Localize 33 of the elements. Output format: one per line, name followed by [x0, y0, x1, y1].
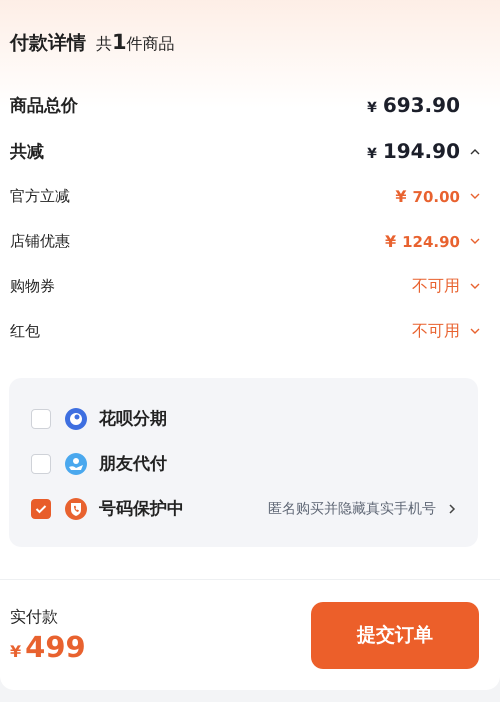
swirl-icon	[65, 408, 87, 430]
row-label: 官方立减	[10, 187, 70, 206]
chevron-down-icon[interactable]	[470, 193, 480, 200]
option-label: 朋友代付	[99, 453, 167, 475]
page-title: 付款详情	[10, 31, 86, 56]
chevron-down-icon[interactable]	[470, 238, 480, 245]
payment-label: 实付款	[10, 606, 59, 628]
submit-button[interactable]: 提交订单	[311, 602, 479, 668]
option-label: 号码保护中	[99, 498, 184, 520]
item-count: 共1件商品	[96, 30, 175, 55]
chevron-down-icon[interactable]	[470, 328, 480, 335]
amount: ¥ 124.90	[384, 232, 460, 251]
chevron-up-icon[interactable]	[470, 148, 480, 154]
row-label: 共减	[10, 140, 44, 162]
amount: ¥ 194.90	[367, 139, 460, 163]
row-label: 商品总价	[10, 94, 78, 116]
total-price: ¥499	[10, 630, 86, 664]
checkbox[interactable]	[31, 498, 51, 518]
option-note[interactable]: 匿名购买并隐藏真实手机号	[268, 500, 436, 518]
checkmark-icon	[35, 504, 47, 514]
amount: ¥ 70.00	[395, 187, 460, 206]
option-label: 花呗分期	[99, 408, 167, 430]
chevron-down-icon[interactable]	[470, 283, 480, 290]
checkbox[interactable]	[31, 408, 51, 428]
status-text: 不可用	[412, 276, 460, 297]
row-label: 店铺优惠	[10, 232, 70, 251]
amount: ¥ 693.90	[367, 93, 460, 117]
row-label: 红包	[10, 322, 40, 341]
status-text: 不可用	[412, 321, 460, 342]
phone-shield-icon	[65, 498, 87, 520]
checkbox[interactable]	[31, 454, 51, 474]
chevron-right-icon[interactable]	[448, 502, 456, 514]
row-label: 购物券	[10, 277, 55, 296]
